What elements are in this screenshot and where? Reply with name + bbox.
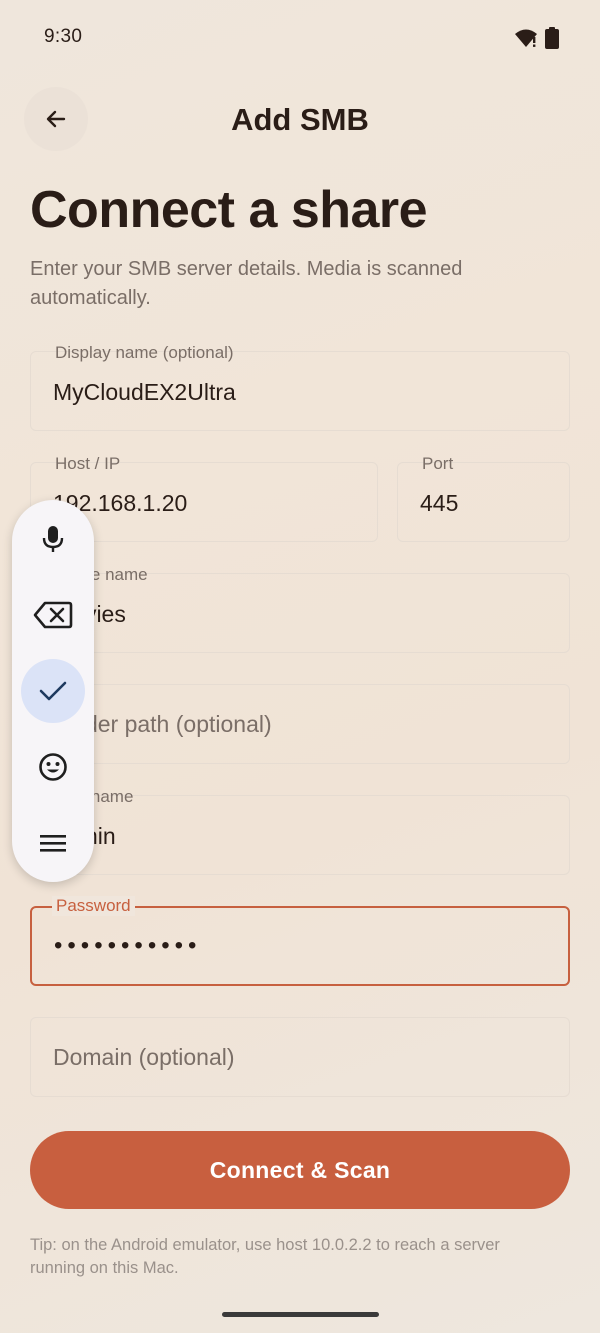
display-name-field[interactable]: Display name (optional) MyCloudEX2Ultra: [30, 343, 570, 431]
status-time: 9:30: [44, 26, 83, 47]
password-field[interactable]: Password •••••••••••: [30, 896, 570, 986]
port-value: 445: [420, 490, 459, 516]
domain-field[interactable]: Domain (optional): [30, 1017, 570, 1097]
done-button[interactable]: [21, 659, 85, 723]
home-indicator[interactable]: [222, 1312, 379, 1317]
display-name-label: Display name (optional): [55, 343, 234, 362]
battery-icon: [545, 27, 559, 49]
voice-input-button[interactable]: [21, 507, 85, 571]
check-icon: [39, 681, 67, 701]
backspace-button[interactable]: [21, 583, 85, 647]
menu-icon: [40, 835, 66, 852]
username-field[interactable]: Username admin: [30, 787, 570, 875]
emoji-icon: [39, 753, 67, 781]
port-label: Port: [422, 454, 454, 473]
screen-title: Add SMB: [231, 102, 369, 137]
folder-path-field[interactable]: Folder path (optional): [30, 684, 570, 764]
display-name-value: MyCloudEX2Ultra: [53, 379, 236, 405]
wifi-icon: [515, 29, 537, 47]
password-value: •••••••••••: [54, 932, 202, 959]
floating-toolbar: [12, 500, 94, 882]
emoji-button[interactable]: [21, 735, 85, 799]
page-headline: Connect a share: [30, 181, 428, 239]
tip-text: Tip: on the Android emulator, use host 1…: [30, 1236, 500, 1277]
menu-button[interactable]: [21, 811, 85, 875]
domain-placeholder: Domain (optional): [53, 1044, 235, 1070]
share-name-field[interactable]: Share name Movies: [30, 565, 570, 653]
backspace-icon: [33, 601, 73, 629]
connect-scan-button[interactable]: Connect & Scan: [30, 1131, 570, 1209]
password-label: Password: [52, 896, 135, 916]
mic-icon: [42, 526, 64, 552]
host-label: Host / IP: [55, 454, 121, 473]
port-field[interactable]: Port 445: [397, 454, 570, 542]
page-subtitle: Enter your SMB server details. Media is …: [30, 258, 463, 309]
